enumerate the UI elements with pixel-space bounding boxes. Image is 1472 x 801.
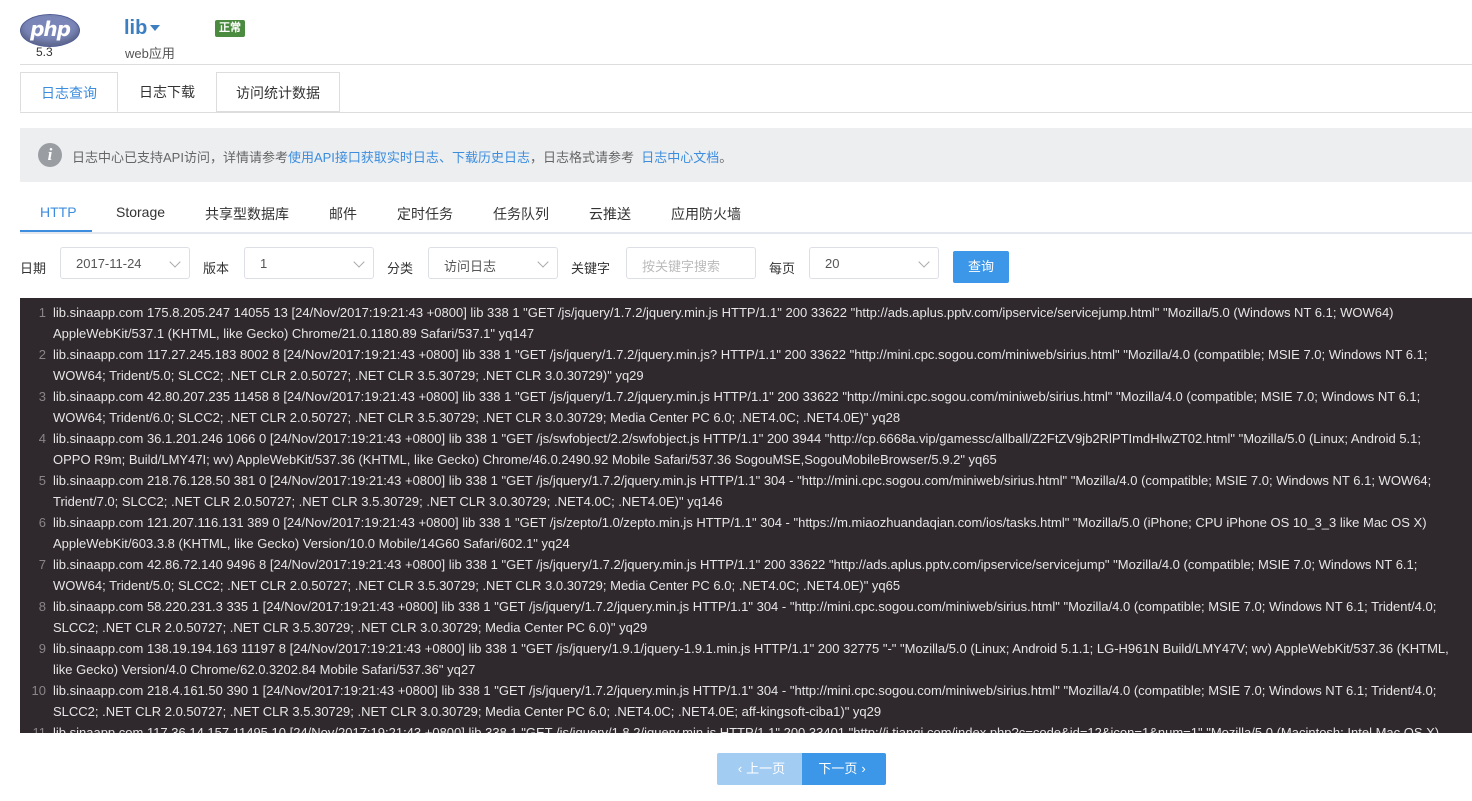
log-line-text: lib.sinaapp.com 117.36.14.157 11495 10 […	[53, 725, 1440, 733]
log-line-continuation: SLCC2; .NET CLR 2.0.50727; .NET CLR 3.5.…	[53, 620, 648, 635]
category-select[interactable]: 访问日志	[428, 247, 558, 279]
download-history-log-link[interactable]: 下载历史日志	[452, 150, 530, 165]
log-line-continuation: like Gecko) Version/4.0 Chrome/62.0.3202…	[53, 662, 476, 677]
per-page-select[interactable]: 20	[809, 247, 939, 279]
log-line-continuation: AppleWebKit/603.3.8 (KHTML, like Gecko) …	[53, 536, 570, 551]
log-output-panel[interactable]: 1 lib.sinaapp.com 175.8.205.247 14055 13 …	[20, 298, 1472, 733]
tabs-divider	[20, 112, 1472, 113]
next-page-button[interactable]: 下一页 ›	[802, 753, 886, 785]
date-picker[interactable]: 2017-11-24	[60, 247, 190, 279]
chevron-down-icon	[537, 256, 549, 268]
chevron-left-icon: ‹	[737, 761, 743, 776]
subtab-cron[interactable]: 定时任务	[397, 204, 453, 224]
log-center-doc-link[interactable]: 日志中心文档	[641, 150, 719, 165]
subtab-shared-db[interactable]: 共享型数据库	[205, 204, 289, 224]
tab-access-stats[interactable]: 访问统计数据	[216, 72, 340, 112]
keyword-input[interactable]: 按关键字搜索	[626, 247, 756, 279]
log-line-text: lib.sinaapp.com 218.76.128.50 381 0 [24/…	[53, 473, 1432, 488]
log-line-text: lib.sinaapp.com 58.220.231.3 335 1 [24/N…	[53, 599, 1437, 614]
info-banner: i 日志中心已支持API访问，详情请参考使用API接口获取实时日志、下载历史日志…	[20, 128, 1472, 182]
info-text: 日志中心已支持API访问，详情请参考使用API接口获取实时日志、下载历史日志，日…	[72, 150, 733, 165]
subtab-firewall[interactable]: 应用防火墙	[671, 204, 741, 224]
caret-down-icon[interactable]	[150, 25, 160, 31]
app-header: php 5.3 lib web应用 正常	[0, 0, 1472, 64]
log-line-text: lib.sinaapp.com 138.19.194.163 11197 8 […	[53, 641, 1449, 656]
api-realtime-log-link[interactable]: 使用API接口获取实时日志	[288, 150, 439, 165]
status-badge: 正常	[215, 20, 245, 37]
php-logo-icon: php	[20, 14, 80, 47]
log-line-number: 10	[31, 683, 46, 698]
log-line-text: lib.sinaapp.com 218.4.161.50 390 1 [24/N…	[53, 683, 1437, 698]
chevron-right-icon: ›	[861, 761, 866, 776]
log-line-number: 3	[38, 389, 46, 404]
log-line-continuation: OPPO R9m; Build/LMY47I; wv) AppleWebKit/…	[53, 452, 997, 467]
log-line-text: lib.sinaapp.com 121.207.116.131 389 0 [2…	[53, 515, 1427, 530]
log-line-number: 9	[38, 641, 46, 656]
log-line-continuation: AppleWebKit/537.1 (KHTML, like Gecko) Ch…	[53, 326, 535, 341]
subtab-task-queue[interactable]: 任务队列	[493, 204, 549, 224]
log-line-number: 4	[38, 431, 46, 446]
log-line-number: 6	[38, 515, 46, 530]
per-page-label: 每页	[769, 261, 796, 276]
log-line-number: 5	[38, 473, 46, 488]
date-label: 日期	[20, 261, 47, 276]
active-subtab-indicator	[20, 230, 92, 232]
prev-page-button[interactable]: ‹ 上一页	[717, 753, 802, 785]
log-line-text: lib.sinaapp.com 42.80.207.235 11458 8 [2…	[53, 389, 1421, 404]
log-line-text: lib.sinaapp.com 175.8.205.247 14055 13 […	[53, 305, 1394, 320]
subtab-http[interactable]: HTTP	[40, 204, 77, 220]
app-name-dropdown[interactable]: lib	[124, 17, 147, 40]
log-line-text: lib.sinaapp.com 36.1.201.246 1066 0 [24/…	[53, 431, 1421, 446]
log-line-number: 1	[38, 305, 46, 320]
keyword-label: 关键字	[571, 261, 611, 276]
app-type: web应用	[125, 46, 175, 61]
chevron-down-icon	[353, 256, 365, 268]
subtab-cloud-push[interactable]: 云推送	[589, 204, 631, 224]
log-line-text: lib.sinaapp.com 42.86.72.140 9496 8 [24/…	[53, 557, 1418, 572]
log-line-number: 7	[38, 557, 46, 572]
subtab-mail[interactable]: 邮件	[329, 204, 357, 224]
log-line-text: lib.sinaapp.com 117.27.245.183 8002 8 [2…	[53, 347, 1428, 362]
php-version: 5.3	[36, 45, 53, 59]
header-divider	[20, 64, 1472, 65]
log-line-continuation: Trident/7.0; SLCC2; .NET CLR 2.0.50727; …	[53, 494, 723, 509]
version-label: 版本	[203, 261, 230, 276]
chevron-down-icon	[169, 256, 181, 268]
log-type-tabs: HTTP Storage 共享型数据库 邮件 定时任务 任务队列 云推送 应用防…	[20, 196, 1472, 234]
subtab-storage[interactable]: Storage	[116, 204, 165, 220]
category-label: 分类	[387, 261, 414, 276]
tab-log-query[interactable]: 日志查询	[20, 72, 118, 112]
log-line-number: 2	[38, 347, 46, 362]
log-line-number: 11	[32, 725, 47, 733]
query-button[interactable]: 查询	[953, 251, 1009, 283]
chevron-down-icon	[918, 256, 930, 268]
log-line-continuation: WOW64; Trident/5.0; SLCC2; .NET CLR 2.0.…	[53, 578, 901, 593]
log-line-number: 8	[38, 599, 46, 614]
log-line-continuation: WOW64; Trident/6.0; SLCC2; .NET CLR 2.0.…	[53, 410, 901, 425]
info-icon: i	[38, 143, 62, 167]
version-select[interactable]: 1	[244, 247, 374, 279]
tab-log-download[interactable]: 日志下载	[118, 72, 216, 112]
log-line-continuation: SLCC2; .NET CLR 2.0.50727; .NET CLR 3.5.…	[53, 704, 882, 719]
log-line-continuation: WOW64; Trident/5.0; SLCC2; .NET CLR 2.0.…	[53, 368, 644, 383]
